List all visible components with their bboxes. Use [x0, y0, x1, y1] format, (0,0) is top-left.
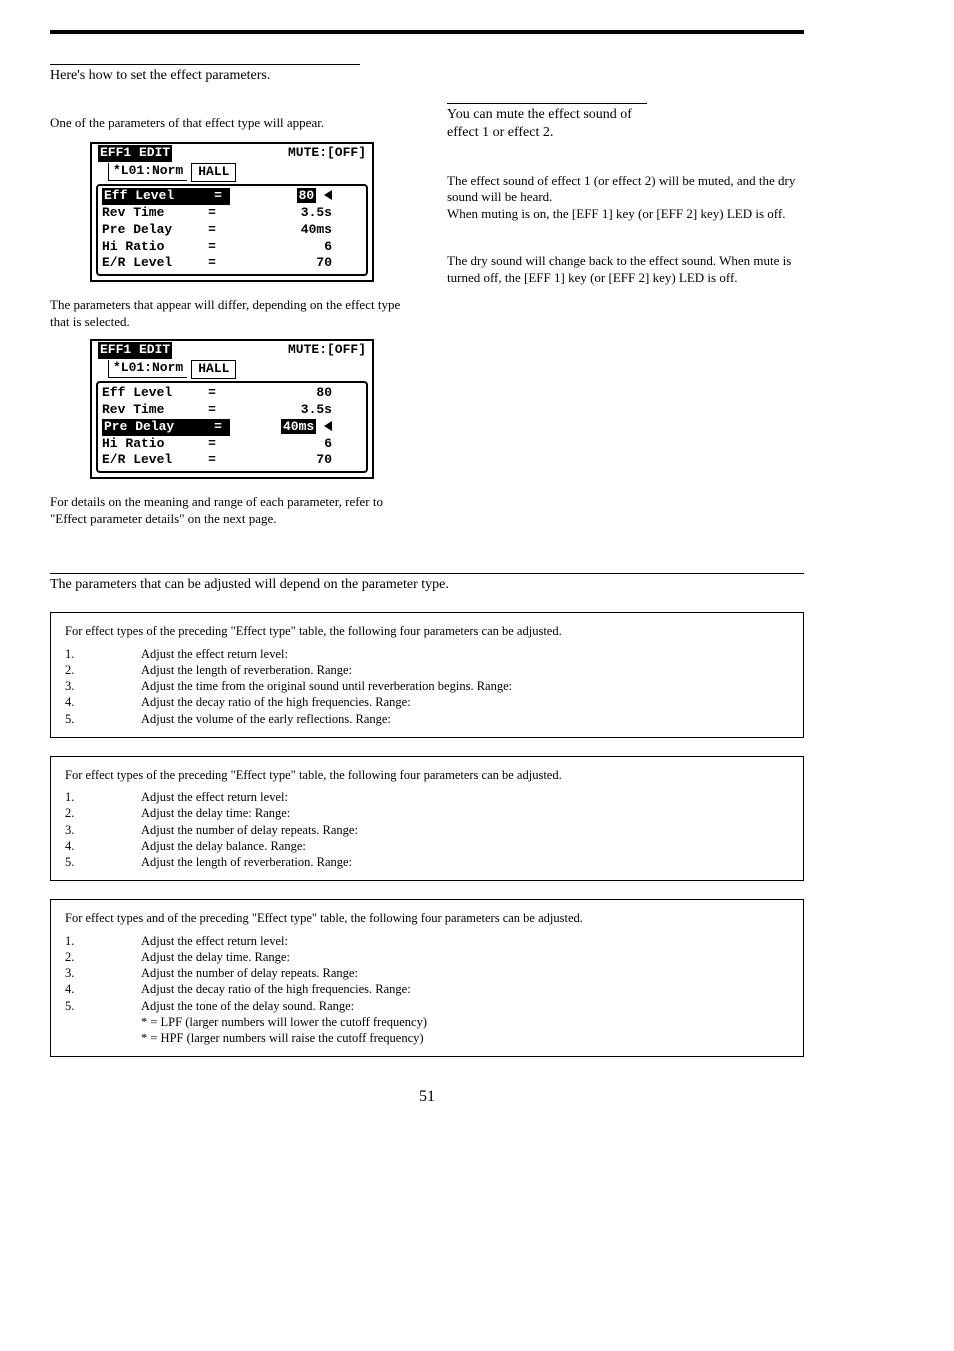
- box1-item-0: Adjust the effect return level:: [141, 646, 288, 662]
- step-after-type: One of the parameters of that effect typ…: [50, 115, 407, 132]
- param-box-1: For effect types of the preceding "Effec…: [50, 612, 804, 738]
- lcd-display-2: EFF1 EDIT MUTE:[OFF] *L01:Norm HALL Eff …: [90, 339, 374, 479]
- lcd1-r2-v: 40ms: [222, 222, 362, 239]
- lcd1-tab: *L01:Norm: [108, 163, 187, 181]
- list-item: 5.Adjust the length of reverberation. Ra…: [65, 854, 789, 870]
- param-box-2: For effect types of the preceding "Effec…: [50, 756, 804, 882]
- page-number: 51: [50, 1087, 804, 1108]
- box2-item-4: Adjust the length of reverberation. Rang…: [141, 854, 352, 870]
- list-item: 1.Adjust the effect return level:: [65, 933, 789, 949]
- lcd2-tab: *L01:Norm: [108, 360, 187, 378]
- lcd1-r3-eq: =: [202, 239, 222, 256]
- lcd2-title-right: MUTE:[OFF]: [288, 342, 366, 359]
- lcd1-body: Eff Level=80 Rev Time=3.5s Pre Delay=40m…: [96, 184, 368, 276]
- list-item: 1.Adjust the effect return level:: [65, 646, 789, 662]
- header-rule: [50, 30, 804, 34]
- list-item: 4.Adjust the delay balance. Range:: [65, 838, 789, 854]
- lcd1-r0-v: 80: [297, 188, 317, 203]
- list-item: 4.Adjust the decay ratio of the high fre…: [65, 981, 789, 997]
- lcd1-r1-eq: =: [202, 205, 222, 222]
- lcd2-r1-eq: =: [202, 402, 222, 419]
- adjust-title: The parameters that can be adjusted will…: [50, 573, 804, 594]
- lcd-display-1: EFF1 EDIT MUTE:[OFF] *L01:Norm HALL Eff …: [90, 142, 374, 282]
- caption-differ: The parameters that appear will differ, …: [50, 297, 407, 331]
- box3-item-4: Adjust the tone of the delay sound. Rang…: [141, 998, 354, 1014]
- lcd2-r4-v: 70: [222, 452, 362, 469]
- lcd2-r2-k: Pre Delay: [102, 419, 206, 436]
- box2-item-0: Adjust the effect return level:: [141, 789, 288, 805]
- lcd1-r4-v: 70: [222, 255, 362, 272]
- lcd2-r0-v: 80: [222, 385, 362, 402]
- box3-item-2: Adjust the number of delay repeats. Rang…: [141, 965, 358, 981]
- mute-para-1: The effect sound of effect 1 (or effect …: [447, 173, 804, 224]
- lcd1-title-right: MUTE:[OFF]: [288, 145, 366, 162]
- lcd2-body: Eff Level=80 Rev Time=3.5s Pre Delay=40m…: [96, 381, 368, 473]
- box3-note-1: * = HPF (larger numbers will raise the c…: [141, 1030, 424, 1046]
- box1-item-3: Adjust the decay ratio of the high frequ…: [141, 694, 411, 710]
- lcd1-r3-v: 6: [222, 239, 362, 256]
- lcd1-r3-k: Hi Ratio: [102, 239, 202, 256]
- lcd1-r0-eq: =: [206, 188, 230, 205]
- lcd1-r4-eq: =: [202, 255, 222, 272]
- list-item: 3.Adjust the number of delay repeats. Ra…: [65, 822, 789, 838]
- lcd1-r1-k: Rev Time: [102, 205, 202, 222]
- box2-item-2: Adjust the number of delay repeats. Rang…: [141, 822, 358, 838]
- lcd2-r2-v: 40ms: [281, 419, 316, 434]
- list-item: 3.Adjust the number of delay repeats. Ra…: [65, 965, 789, 981]
- lcd2-r3-k: Hi Ratio: [102, 436, 202, 453]
- list-item: 1.Adjust the effect return level:: [65, 789, 789, 805]
- param-box-3: For effect types and of the preceding "E…: [50, 899, 804, 1057]
- caption-details: For details on the meaning and range of …: [50, 494, 407, 528]
- lcd2-r1-v: 3.5s: [222, 402, 362, 419]
- lcd1-box: HALL: [191, 163, 236, 182]
- box1-item-4: Adjust the volume of the early reflectio…: [141, 711, 391, 727]
- set-params-title: Here's how to set the effect parameters.: [50, 64, 360, 85]
- list-item: * = LPF (larger numbers will lower the c…: [65, 1014, 789, 1030]
- box3-item-1: Adjust the delay time. Range:: [141, 949, 290, 965]
- lcd2-r3-eq: =: [202, 436, 222, 453]
- lcd2-title-left: EFF1 EDIT: [98, 342, 172, 359]
- lcd1-title-left: EFF1 EDIT: [98, 145, 172, 162]
- mute-para-2: The dry sound will change back to the ef…: [447, 253, 804, 287]
- lcd1-r0-arrow: [324, 190, 332, 200]
- lcd2-r3-v: 6: [222, 436, 362, 453]
- list-item: 4.Adjust the decay ratio of the high fre…: [65, 694, 789, 710]
- box1-item-2: Adjust the time from the original sound …: [141, 678, 512, 694]
- lcd2-r1-k: Rev Time: [102, 402, 202, 419]
- list-item: 2.Adjust the delay time. Range:: [65, 949, 789, 965]
- box2-item-1: Adjust the delay time: Range:: [141, 805, 290, 821]
- list-item: 3.Adjust the time from the original soun…: [65, 678, 789, 694]
- lcd1-r2-k: Pre Delay: [102, 222, 202, 239]
- header-logo: VF-16 FOSTEX: [833, 0, 954, 3]
- box1-item-1: Adjust the length of reverberation. Rang…: [141, 662, 352, 678]
- list-item: 5.Adjust the tone of the delay sound. Ra…: [65, 998, 789, 1014]
- list-item: 5.Adjust the volume of the early reflect…: [65, 711, 789, 727]
- box3-note-0: * = LPF (larger numbers will lower the c…: [141, 1014, 427, 1030]
- box3-item-0: Adjust the effect return level:: [141, 933, 288, 949]
- lcd1-r4-k: E/R Level: [102, 255, 202, 272]
- box2-item-3: Adjust the delay balance. Range:: [141, 838, 306, 854]
- lcd2-r4-k: E/R Level: [102, 452, 202, 469]
- lcd2-r0-k: Eff Level: [102, 385, 202, 402]
- list-item: 2.Adjust the delay time: Range:: [65, 805, 789, 821]
- box1-heading: For effect types of the preceding "Effec…: [65, 623, 789, 639]
- lcd1-r1-v: 3.5s: [222, 205, 362, 222]
- lcd2-r2-arrow: [324, 421, 332, 431]
- vf16-logo: VF-16: [833, 0, 877, 3]
- list-item: 2.Adjust the length of reverberation. Ra…: [65, 662, 789, 678]
- fostex-logo: FOSTEX: [885, 0, 954, 3]
- box2-heading: For effect types of the preceding "Effec…: [65, 767, 789, 783]
- lcd1-r0-k: Eff Level: [102, 188, 206, 205]
- lcd2-r4-eq: =: [202, 452, 222, 469]
- list-item: * = HPF (larger numbers will raise the c…: [65, 1030, 789, 1046]
- lcd2-r2-eq: =: [206, 419, 230, 436]
- lcd2-r0-eq: =: [202, 385, 222, 402]
- mute-title: You can mute the effect sound of effect …: [447, 103, 647, 142]
- box3-item-3: Adjust the decay ratio of the high frequ…: [141, 981, 411, 997]
- lcd1-r2-eq: =: [202, 222, 222, 239]
- lcd2-box: HALL: [191, 360, 236, 379]
- box3-heading: For effect types and of the preceding "E…: [65, 910, 789, 926]
